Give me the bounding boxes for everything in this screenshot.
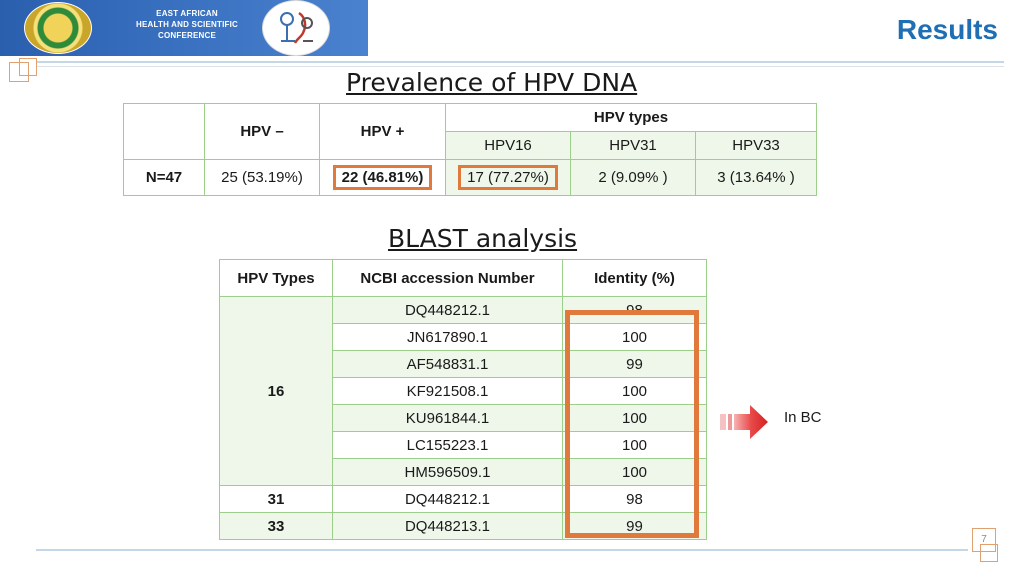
highlight-hpv16: 17 (77.27%)	[458, 165, 558, 190]
right-arrow-icon	[720, 405, 768, 439]
accession-cell: DQ448212.1	[332, 296, 563, 324]
identity-cell: 99	[562, 512, 707, 540]
accession-cell: DQ448213.1	[332, 512, 563, 540]
eac-emblem-icon	[24, 2, 92, 54]
col-hpv16: HPV16	[445, 131, 571, 160]
divider	[36, 549, 968, 551]
accession-cell: KU961844.1	[332, 404, 563, 432]
empty-cell	[123, 103, 205, 160]
banner-text-line2: HEALTH AND SCIENTIFIC CONFERENCE	[136, 20, 238, 40]
type-16-cell: 16	[219, 296, 333, 486]
col-hpv31: HPV31	[570, 131, 696, 160]
page-title: Results	[896, 14, 998, 45]
type-31-cell: 31	[219, 485, 333, 513]
row-label: N=47	[123, 159, 205, 196]
accession-cell: JN617890.1	[332, 323, 563, 351]
decorative-square	[980, 544, 998, 562]
accession-cell: KF921508.1	[332, 377, 563, 405]
divider	[36, 66, 1004, 67]
decorative-square	[19, 58, 37, 76]
prevalence-heading: Prevalence of HPV DNA	[346, 68, 638, 97]
in-bc-label: In BC	[784, 409, 822, 426]
col-hpv-positive: HPV +	[319, 103, 446, 160]
col-hpv-types: HPV Types	[219, 259, 333, 297]
type-33-cell: 33	[219, 512, 333, 540]
accession-cell: HM596509.1	[332, 458, 563, 486]
identity-cell: 99	[562, 350, 707, 378]
col-identity: Identity (%)	[562, 259, 707, 297]
banner-text-line1: EAST AFRICAN	[156, 9, 218, 18]
highlight-hpv-positive: 22 (46.81%)	[332, 165, 433, 190]
identity-cell: 100	[562, 377, 707, 405]
divider	[36, 61, 1004, 63]
col-hpv33: HPV33	[695, 131, 817, 160]
banner-text: EAST AFRICAN HEALTH AND SCIENTIFIC CONFE…	[112, 8, 262, 41]
cell-hpv-positive: 22 (46.81%)	[319, 159, 446, 196]
conference-banner: EAST AFRICAN HEALTH AND SCIENTIFIC CONFE…	[0, 0, 368, 56]
identity-cell: 98	[562, 296, 707, 324]
cell-hpv33: 3 (13.64% )	[695, 159, 817, 196]
col-hpv-types: HPV types	[445, 103, 817, 132]
prevalence-table: HPV – HPV + HPV types HPV16 HPV31 HPV33 …	[123, 103, 817, 196]
accession-cell: DQ448212.1	[332, 485, 563, 513]
cell-hpv31: 2 (9.09% )	[570, 159, 696, 196]
col-hpv-negative: HPV –	[204, 103, 320, 160]
col-accession: NCBI accession Number	[332, 259, 563, 297]
accession-cell: LC155223.1	[332, 431, 563, 459]
identity-cell: 100	[562, 323, 707, 351]
blast-heading: BLAST analysis	[388, 224, 578, 253]
identity-cell: 100	[562, 404, 707, 432]
cell-hpv16: 17 (77.27%)	[445, 159, 571, 196]
identity-cell: 98	[562, 485, 707, 513]
cell-hpv-negative: 25 (53.19%)	[204, 159, 320, 196]
microscope-logo-icon	[262, 0, 330, 56]
identity-cell: 100	[562, 458, 707, 486]
blast-table: HPV Types NCBI accession Number Identity…	[219, 259, 707, 540]
accession-cell: AF548831.1	[332, 350, 563, 378]
identity-cell: 100	[562, 431, 707, 459]
